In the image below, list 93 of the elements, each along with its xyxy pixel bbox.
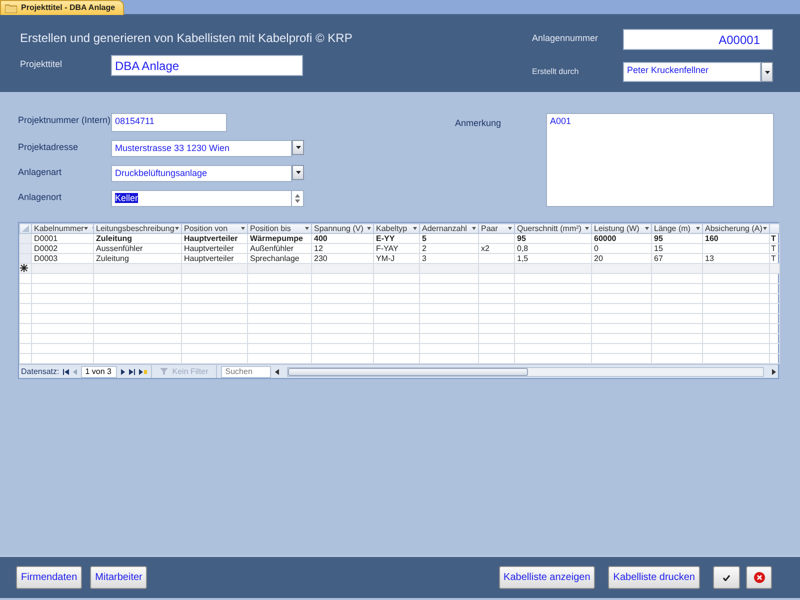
table-cell: 0 — [592, 244, 652, 254]
caret-icon — [296, 171, 300, 174]
folder-icon — [5, 3, 17, 13]
table-cell: Außenfühler — [248, 244, 312, 254]
field-label: Projekttitel — [20, 58, 64, 71]
table-cell: 95 — [514, 234, 592, 244]
table-cell: 15 — [652, 244, 702, 254]
search-field[interactable]: Suchen — [221, 366, 272, 378]
table-cell: D0001 — [32, 234, 94, 244]
table-cell: Hauptverteiler — [182, 244, 248, 254]
column-header[interactable]: Position von — [182, 224, 248, 234]
table-cell: T — [770, 244, 780, 254]
filter-icon — [160, 368, 168, 375]
next-record-icon[interactable] — [121, 368, 126, 374]
table-cell: F-YAY — [374, 244, 420, 254]
new-record-icon[interactable] — [139, 368, 148, 374]
dropdown-icon[interactable] — [241, 227, 245, 230]
button[interactable]: Firmendaten — [16, 566, 82, 589]
dropdown-icon[interactable] — [472, 227, 476, 230]
caret-icon — [764, 70, 770, 74]
table-cell: Aussenfühler — [94, 244, 182, 254]
close-button[interactable] — [746, 566, 772, 589]
input-field[interactable]: Druckbelüftungsanlage — [111, 165, 292, 182]
table-cell: 12 — [312, 244, 374, 254]
column-header[interactable]: Kabeltyp — [374, 224, 420, 234]
button[interactable]: Kabelliste drucken — [608, 566, 700, 589]
table-cell: E-YY — [374, 234, 420, 244]
column-header[interactable]: Leitungsbeschreibung — [94, 224, 182, 234]
button[interactable]: Kabelliste anzeigen — [498, 566, 596, 589]
table-cell: 400 — [312, 234, 374, 244]
dropdown-icon[interactable] — [696, 227, 700, 230]
button[interactable]: Mitarbeiter — [90, 566, 148, 589]
column-header[interactable]: Querschnitt (mm²) — [514, 224, 592, 234]
record-field[interactable]: 1 von 3 — [81, 366, 118, 378]
table-cell: 2 — [420, 244, 478, 254]
field-label: Projektnummer (Intern) — [18, 114, 111, 127]
dropdown-icon[interactable] — [585, 227, 589, 230]
column-header[interactable]: Spannung (V) — [312, 224, 374, 234]
dropdown-icon[interactable] — [367, 227, 371, 230]
table-cell: x2 — [478, 244, 514, 254]
confirm-button[interactable] — [713, 566, 740, 589]
dropdown-button[interactable] — [761, 62, 773, 82]
dropdown-button[interactable] — [292, 140, 304, 155]
field-label: Anlagenart — [18, 166, 63, 179]
input-field[interactable]: DBA Anlage — [111, 55, 303, 76]
scrollbar-thumb[interactable] — [288, 368, 528, 376]
dropdown-icon[interactable] — [763, 227, 767, 230]
field-label: Anlagennummer — [532, 32, 600, 45]
notes-field[interactable]: A001 — [546, 113, 774, 207]
table-cell: Zuleitung — [94, 234, 182, 244]
input-field[interactable]: 08154711 — [111, 113, 227, 132]
field-label: Erstellt durch — [532, 66, 580, 78]
column-header[interactable]: Kabelnummer — [32, 224, 94, 234]
combo-field[interactable]: Peter Kruckenfellner — [623, 62, 761, 82]
dropdown-icon[interactable] — [175, 227, 179, 230]
table-cell: T — [770, 234, 780, 244]
app-heading: Erstellen und generieren von Kabellisten mit Kabelprofi © KRP — [20, 30, 354, 47]
scroll-left-icon[interactable] — [275, 368, 280, 374]
column-header[interactable]: Paar — [478, 224, 514, 234]
new-record-icon — [20, 264, 28, 272]
table-cell: 0,8 — [514, 244, 592, 254]
dropdown-icon[interactable] — [508, 227, 512, 230]
last-record-icon[interactable] — [129, 368, 136, 374]
field-label: Anmerkung — [455, 117, 502, 130]
first-record-icon[interactable] — [63, 368, 70, 374]
field-label: Projektadresse — [18, 141, 80, 154]
input-field[interactable]: Musterstrasse 33 1230 Wien — [111, 140, 292, 157]
table-cell: Hauptverteiler — [182, 234, 248, 244]
column-header[interactable]: Absicherung (A) — [702, 224, 770, 234]
caret-icon — [296, 146, 300, 149]
table-cell: 60000 — [592, 234, 652, 244]
field-label: Anlagenort — [18, 191, 63, 204]
dropdown-icon[interactable] — [305, 227, 309, 230]
close-icon — [754, 572, 764, 583]
checkmark-icon — [723, 574, 730, 580]
dropdown-icon[interactable] — [645, 227, 649, 230]
spinner-icon[interactable] — [295, 194, 300, 203]
column-header[interactable]: Adernanzahl — [420, 224, 478, 234]
input-field[interactable]: A00001 — [623, 29, 773, 50]
table-cell: 95 — [652, 234, 702, 244]
column-header[interactable]: Länge (m) — [652, 224, 702, 234]
dropdown-icon[interactable] — [84, 227, 88, 230]
column-header[interactable]: Position bis — [248, 224, 312, 234]
table-cell: 5 — [420, 234, 478, 244]
table-cell: Wärmepumpe — [248, 234, 312, 244]
navigator-label: Datensatz: — [21, 366, 60, 378]
dropdown-icon[interactable] — [413, 227, 417, 230]
table-cell: D0002 — [32, 244, 94, 254]
input-field[interactable]: Keller — [111, 190, 292, 207]
column-header[interactable]: Leistung (W) — [592, 224, 652, 234]
scroll-right-icon[interactable] — [772, 368, 776, 374]
dropdown-button[interactable] — [292, 165, 304, 180]
table-cell: 160 — [702, 234, 770, 244]
